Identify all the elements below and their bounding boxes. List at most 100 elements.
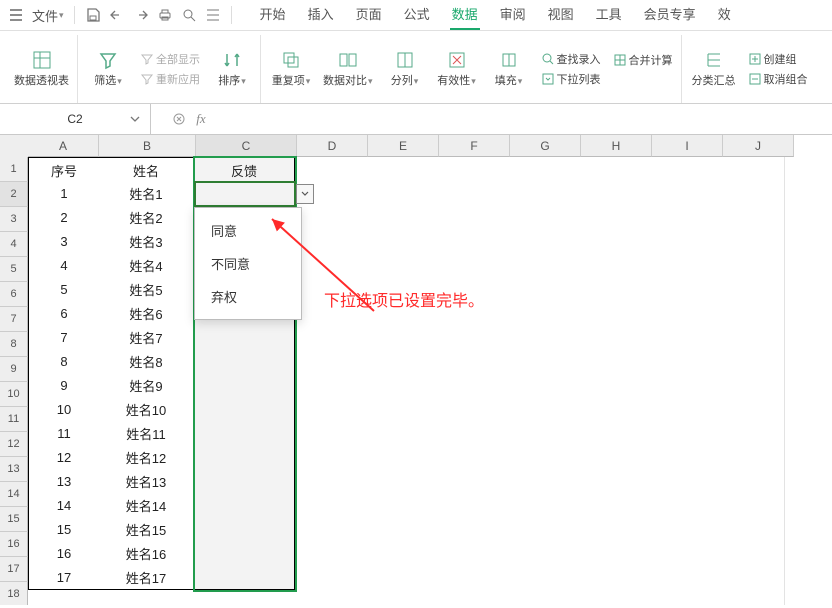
more-icon[interactable] <box>201 3 225 27</box>
cell[interactable] <box>574 541 645 566</box>
print-icon[interactable] <box>153 3 177 27</box>
column-header[interactable]: G <box>510 135 581 157</box>
cell[interactable] <box>364 229 435 254</box>
pivot-table-button[interactable]: 数据透视表 <box>14 50 69 88</box>
header-cell[interactable]: 反馈 <box>194 157 295 183</box>
table-cell[interactable]: 1 <box>28 181 100 206</box>
cell[interactable] <box>294 325 365 350</box>
cell[interactable] <box>644 205 715 230</box>
table-cell[interactable]: 姓名12 <box>98 445 195 470</box>
cell[interactable] <box>574 517 645 542</box>
table-cell[interactable]: 姓名17 <box>98 565 195 590</box>
cell[interactable] <box>504 517 575 542</box>
row-header[interactable]: 18 <box>0 582 28 605</box>
cell[interactable] <box>574 325 645 350</box>
cell[interactable] <box>644 349 715 374</box>
cancel-icon[interactable] <box>171 111 187 127</box>
merge-calc-button[interactable]: 合并计算 <box>613 52 673 68</box>
cell[interactable] <box>364 181 435 206</box>
table-cell[interactable]: 5 <box>28 277 100 302</box>
cell[interactable] <box>714 493 785 518</box>
ungroup-button[interactable]: 取消组合 <box>748 71 808 87</box>
fill-button[interactable]: 填充▾ <box>489 50 529 88</box>
cell[interactable] <box>434 373 505 398</box>
table-cell[interactable]: 姓名3 <box>98 229 195 254</box>
cell[interactable] <box>574 253 645 278</box>
cell[interactable] <box>574 589 645 605</box>
table-cell[interactable]: 11 <box>28 421 100 446</box>
table-cell[interactable]: 9 <box>28 373 100 398</box>
validation-dropdown[interactable]: 同意不同意弃权 <box>194 207 302 320</box>
table-cell[interactable]: 姓名7 <box>98 325 195 350</box>
column-header[interactable]: H <box>581 135 652 157</box>
tab-审阅[interactable]: 审阅 <box>498 0 528 30</box>
cell[interactable] <box>714 469 785 494</box>
table-cell[interactable] <box>194 181 295 206</box>
cell[interactable] <box>434 229 505 254</box>
tab-开始[interactable]: 开始 <box>258 0 288 30</box>
table-cell[interactable] <box>194 565 295 590</box>
table-cell[interactable]: 姓名14 <box>98 493 195 518</box>
tab-页面[interactable]: 页面 <box>354 0 384 30</box>
cell[interactable] <box>364 445 435 470</box>
cell[interactable] <box>504 277 575 302</box>
cell[interactable] <box>364 493 435 518</box>
cell[interactable] <box>574 469 645 494</box>
cell[interactable] <box>504 301 575 326</box>
cell[interactable] <box>434 181 505 206</box>
save-icon[interactable] <box>81 3 105 27</box>
row-header[interactable]: 9 <box>0 357 28 382</box>
table-cell[interactable]: 姓名2 <box>98 205 195 230</box>
cell[interactable] <box>714 589 785 605</box>
chevron-down-icon[interactable] <box>126 110 144 128</box>
row-header[interactable]: 4 <box>0 232 28 257</box>
tab-插入[interactable]: 插入 <box>306 0 336 30</box>
select-all-corner[interactable] <box>0 135 29 158</box>
cell[interactable] <box>434 349 505 374</box>
cells-area[interactable]: 序号姓名反馈1姓名12姓名23姓名34姓名45姓名56姓名67姓名78姓名89姓… <box>28 157 828 605</box>
table-cell[interactable]: 姓名6 <box>98 301 195 326</box>
row-header[interactable]: 7 <box>0 307 28 332</box>
cell[interactable] <box>434 445 505 470</box>
table-cell[interactable]: 姓名15 <box>98 517 195 542</box>
table-cell[interactable]: 姓名5 <box>98 277 195 302</box>
cell[interactable] <box>294 445 365 470</box>
cell[interactable] <box>434 205 505 230</box>
validity-button[interactable]: 有效性▾ <box>437 50 477 88</box>
cell[interactable] <box>294 205 365 230</box>
cell[interactable] <box>644 421 715 446</box>
row-header[interactable]: 11 <box>0 407 28 432</box>
table-cell[interactable]: 姓名10 <box>98 397 195 422</box>
cell[interactable] <box>364 325 435 350</box>
table-cell[interactable]: 12 <box>28 445 100 470</box>
formula-input[interactable] <box>215 108 619 130</box>
row-header[interactable]: 14 <box>0 482 28 507</box>
fx-icon[interactable]: fx <box>193 111 209 127</box>
cell[interactable] <box>644 541 715 566</box>
cell[interactable] <box>434 157 505 182</box>
cell[interactable] <box>98 589 195 605</box>
create-group-button[interactable]: 创建组 <box>748 51 808 67</box>
cell[interactable] <box>714 181 785 206</box>
header-cell[interactable]: 姓名 <box>98 157 195 183</box>
row-header[interactable]: 2 <box>0 182 28 207</box>
table-cell[interactable]: 16 <box>28 541 100 566</box>
column-header[interactable]: E <box>368 135 439 157</box>
cell[interactable] <box>714 373 785 398</box>
cell[interactable] <box>434 421 505 446</box>
cell[interactable] <box>504 421 575 446</box>
cell[interactable] <box>294 349 365 374</box>
cell[interactable] <box>294 253 365 278</box>
cell[interactable] <box>504 541 575 566</box>
cell[interactable] <box>294 421 365 446</box>
menu-icon[interactable] <box>4 3 28 27</box>
name-box[interactable]: C2 <box>0 104 151 134</box>
cell[interactable] <box>574 205 645 230</box>
cell[interactable] <box>434 469 505 494</box>
cell[interactable] <box>644 325 715 350</box>
cell[interactable] <box>364 205 435 230</box>
dedup-button[interactable]: 重复项▾ <box>271 50 311 88</box>
lookup-input-button[interactable]: 查找录入 <box>541 51 601 67</box>
tab-视图[interactable]: 视图 <box>546 0 576 30</box>
cell[interactable] <box>644 253 715 278</box>
